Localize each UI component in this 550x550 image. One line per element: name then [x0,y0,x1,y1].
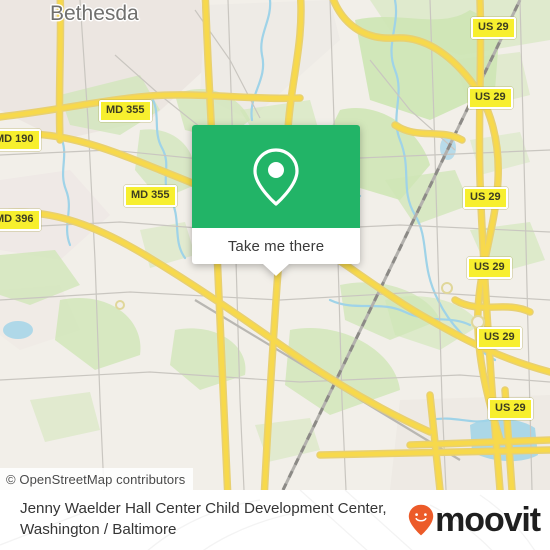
caption-line-2: Washington / Baltimore [20,521,177,538]
card-footer: Jenny Waelder Hall Center Child Developm… [0,490,550,550]
caption-line-1: Jenny Waelder Hall Center Child Developm… [20,500,387,517]
road-shield-md355-north: MD 355 [99,100,152,122]
place-label-bethesda: Bethesda [50,2,139,25]
moovit-logo[interactable]: moovit [408,501,541,539]
take-me-there-label: Take me there [227,237,325,255]
moovit-station-card: Bethesda MD 355 MD 190 MD 355 MD 396 US … [0,0,550,550]
station-caption: Jenny Waelder Hall Center Child Developm… [20,498,440,540]
road-shield-us29-6: US 29 [488,398,533,420]
road-shield-md355-south: MD 355 [124,185,177,207]
road-shield-md190: MD 190 [0,129,41,151]
road-shield-us29-4: US 29 [467,257,512,279]
take-me-there-popup[interactable]: Take me there [192,125,360,276]
road-shield-us29-2: US 29 [468,87,513,109]
road-shield-us29-3: US 29 [463,187,508,209]
road-shield-us29-1: US 29 [471,17,516,39]
osm-attribution[interactable]: © OpenStreetMap contributors [0,468,194,490]
popup-pointer-tail [263,264,289,276]
moovit-pin-icon [408,504,434,536]
moovit-wordmark: moovit [435,501,541,539]
map-pin-icon [253,147,299,206]
popup-action-bar[interactable]: Take me there [192,228,360,276]
road-shield-us29-5: US 29 [477,327,522,349]
popup-image-area [192,125,360,228]
road-shield-md396: MD 396 [0,209,41,231]
